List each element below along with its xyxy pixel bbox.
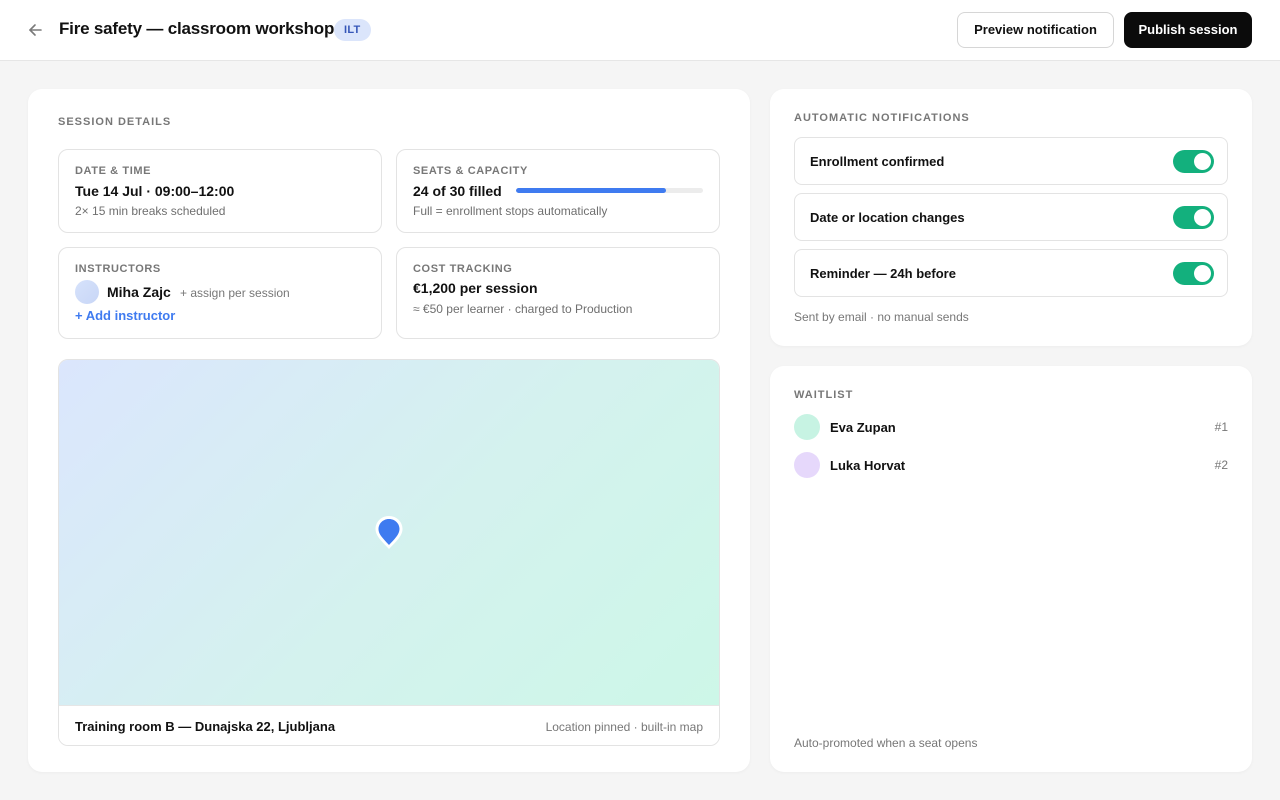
- notifications-footnote: Sent by email · no manual sends: [794, 310, 969, 324]
- cost-sub: ≈ €50 per learner · charged to Productio…: [413, 302, 633, 316]
- publish-session-button[interactable]: Publish session: [1124, 12, 1252, 48]
- cost-card[interactable]: COST TRACKING €1,200 per session ≈ €50 p…: [396, 247, 720, 339]
- back-arrow-icon[interactable]: [26, 20, 46, 40]
- location-footer: Training room B — Dunajska 22, Ljubljana…: [59, 705, 719, 745]
- instructors-label: INSTRUCTORS: [75, 263, 161, 275]
- instructor-hint: + assign per session: [180, 286, 290, 300]
- notification-toggle[interactable]: [1173, 262, 1214, 285]
- waitlist-panel: WAITLIST Eva Zupan #1 Luka Horvat #2 Aut…: [770, 366, 1252, 772]
- section-label-waitlist: WAITLIST: [794, 389, 854, 401]
- waitlist-row[interactable]: Luka Horvat #2: [794, 452, 1228, 480]
- notification-label: Reminder — 24h before: [810, 266, 956, 281]
- section-label-notifications: AUTOMATIC NOTIFICATIONS: [794, 112, 970, 124]
- waitlist-name: Eva Zupan: [830, 420, 896, 435]
- avatar: [794, 452, 820, 478]
- cost-value: €1,200 per session: [413, 280, 538, 296]
- location-address: Training room B — Dunajska 22, Ljubljana: [75, 719, 336, 734]
- cost-label: COST TRACKING: [413, 263, 513, 275]
- location-map-card: Training room B — Dunajska 22, Ljubljana…: [58, 359, 720, 746]
- location-map[interactable]: [59, 360, 719, 705]
- session-type-badge: ILT: [334, 19, 371, 41]
- waitlist-name: Luka Horvat: [830, 458, 906, 473]
- notifications-panel: AUTOMATIC NOTIFICATIONS Enrollment confi…: [770, 89, 1252, 346]
- waitlist-footnote: Auto-promoted when a seat opens: [794, 736, 978, 750]
- notification-toggle[interactable]: [1173, 206, 1214, 229]
- notification-label: Date or location changes: [810, 210, 965, 225]
- instructors-card: INSTRUCTORS Miha Zajc + assign per sessi…: [58, 247, 382, 339]
- notification-row: Enrollment confirmed: [794, 137, 1228, 185]
- waitlist-rank: #2: [1214, 458, 1228, 472]
- datetime-sub: 2× 15 min breaks scheduled: [75, 204, 226, 218]
- toggle-knob: [1194, 153, 1211, 170]
- instructor-name: Miha Zajc: [107, 284, 171, 300]
- notification-row: Reminder — 24h before: [794, 249, 1228, 297]
- location-note: Location pinned · built-in map: [545, 720, 703, 734]
- waitlist-rank: #1: [1214, 420, 1228, 434]
- datetime-label: DATE & TIME: [75, 165, 152, 177]
- seats-value: 24 of 30 filled: [413, 183, 502, 199]
- map-pin-icon[interactable]: [373, 514, 405, 552]
- seats-card[interactable]: SEATS & CAPACITY 24 of 30 filled Full = …: [396, 149, 720, 233]
- preview-notification-button[interactable]: Preview notification: [957, 12, 1114, 48]
- datetime-card[interactable]: DATE & TIME Tue 14 Jul · 09:00–12:00 2× …: [58, 149, 382, 233]
- section-label-session-details: SESSION DETAILS: [58, 116, 172, 128]
- seats-progress-fill: [516, 188, 666, 193]
- toggle-knob: [1194, 209, 1211, 226]
- session-details-panel: SESSION DETAILS DATE & TIME Tue 14 Jul ·…: [28, 89, 750, 772]
- top-bar: Fire safety — classroom workshop ILT Pre…: [0, 0, 1280, 61]
- instructor-avatar: [75, 280, 99, 304]
- notification-toggle[interactable]: [1173, 150, 1214, 173]
- avatar: [794, 414, 820, 440]
- datetime-value: Tue 14 Jul · 09:00–12:00: [75, 183, 235, 199]
- waitlist-row[interactable]: Eva Zupan #1: [794, 414, 1228, 442]
- seats-label: SEATS & CAPACITY: [413, 165, 528, 177]
- notification-label: Enrollment confirmed: [810, 154, 945, 169]
- notification-row: Date or location changes: [794, 193, 1228, 241]
- add-instructor-link[interactable]: + Add instructor: [75, 308, 175, 323]
- seats-sub: Full = enrollment stops automatically: [413, 204, 608, 218]
- seats-progress-bar: [516, 188, 703, 193]
- page-title: Fire safety — classroom workshop: [59, 19, 335, 38]
- toggle-knob: [1194, 265, 1211, 282]
